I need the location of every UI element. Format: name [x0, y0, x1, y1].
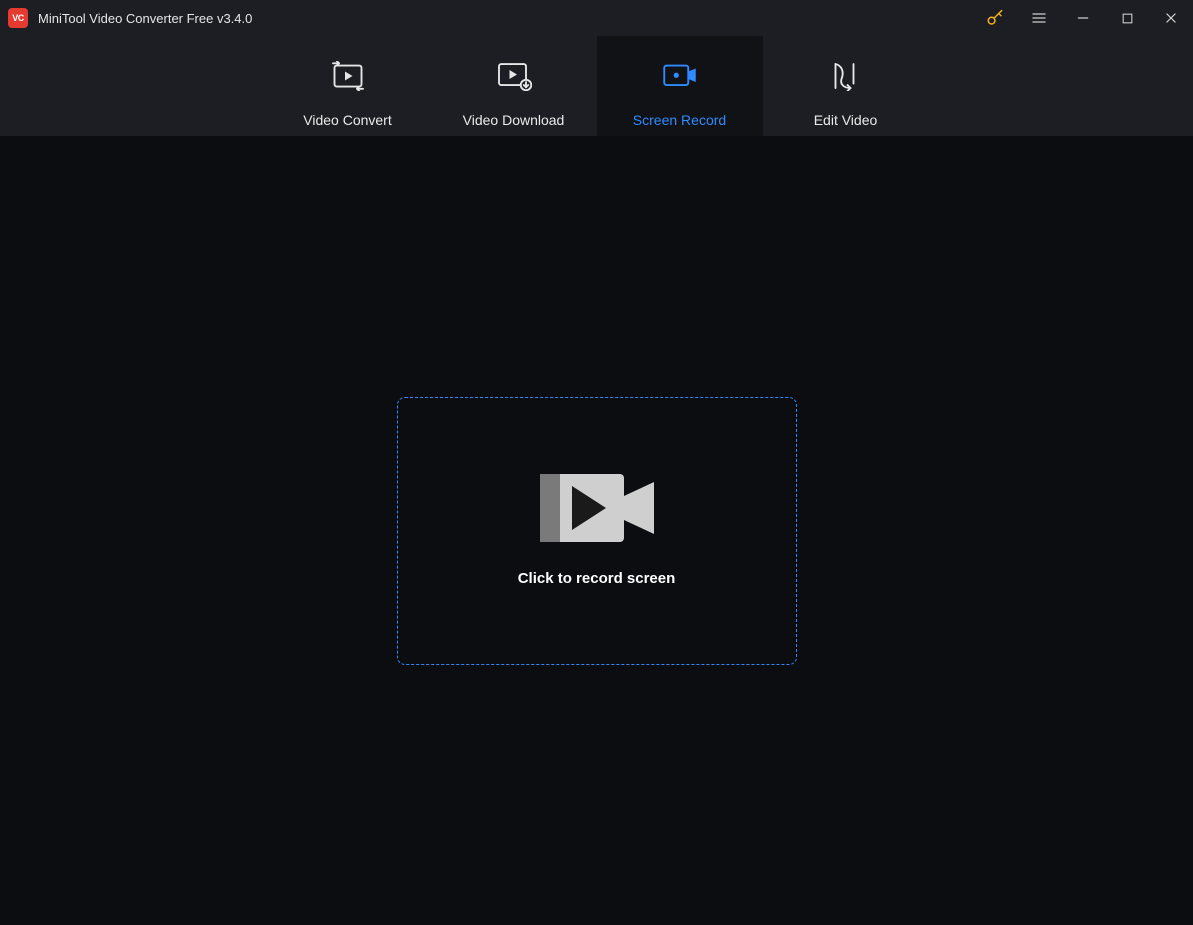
tab-video-download[interactable]: Video Download	[431, 36, 597, 136]
maximize-icon	[1121, 12, 1134, 25]
close-icon	[1164, 11, 1178, 25]
app-window: VC MiniTool Video Converter Free v3.4.0	[0, 0, 1193, 925]
key-icon	[986, 9, 1004, 27]
hamburger-menu-icon	[1031, 10, 1047, 26]
app-logo-icon: VC	[8, 8, 28, 28]
video-convert-icon	[330, 56, 366, 96]
minimize-button[interactable]	[1061, 0, 1105, 36]
tab-label: Video Download	[463, 112, 565, 128]
titlebar: VC MiniTool Video Converter Free v3.4.0	[0, 0, 1193, 36]
window-controls	[973, 0, 1193, 36]
record-prompt-label: Click to record screen	[518, 570, 676, 587]
video-download-icon	[496, 56, 532, 96]
tab-label: Edit Video	[814, 112, 878, 128]
record-screen-button[interactable]: Click to record screen	[397, 397, 797, 665]
main-tabs: Video Convert Video Download	[0, 36, 1193, 136]
upgrade-key-button[interactable]	[973, 0, 1017, 36]
minimize-icon	[1076, 11, 1090, 25]
tab-edit-video[interactable]: Edit Video	[763, 36, 929, 136]
maximize-button[interactable]	[1105, 0, 1149, 36]
tab-label: Screen Record	[633, 112, 726, 128]
tab-video-convert[interactable]: Video Convert	[265, 36, 431, 136]
camcorder-icon	[540, 474, 654, 542]
close-button[interactable]	[1149, 0, 1193, 36]
tab-screen-record[interactable]: Screen Record	[597, 36, 763, 136]
main-content: Click to record screen	[0, 136, 1193, 925]
window-title: MiniTool Video Converter Free v3.4.0	[38, 11, 252, 26]
screen-record-icon	[661, 56, 699, 96]
menu-button[interactable]	[1017, 0, 1061, 36]
edit-video-icon	[830, 56, 862, 96]
tab-label: Video Convert	[303, 112, 391, 128]
